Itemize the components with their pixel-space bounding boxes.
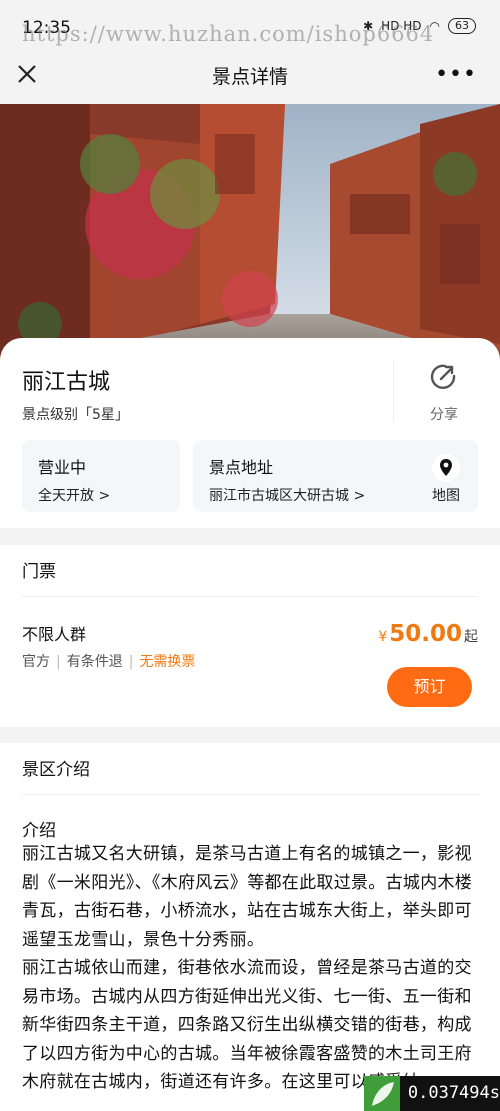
address-title: 景点地址	[209, 458, 274, 477]
spot-name: 丽江古城	[22, 370, 111, 395]
price-suffix: 起	[464, 629, 478, 645]
location-pin-icon	[432, 454, 460, 482]
intro-section: 景区介绍 介绍 丽江古城又名大研镇，是茶马古道上有名的城镇之一，影视剧《一米阳光…	[0, 743, 500, 1111]
divider	[393, 360, 394, 422]
divider	[22, 596, 478, 597]
intro-text: 丽江古城又名大研镇，是茶马古道上有名的城镇之一，影视剧《一米阳光》、《木府风云》…	[22, 844, 473, 1092]
spot-level: 景点级别「5星」	[22, 407, 129, 423]
map-button[interactable]: 地图	[424, 450, 468, 506]
more-menu-icon[interactable]: •••	[435, 62, 477, 87]
ticket-tag-highlight: 无需换票	[139, 654, 196, 670]
timer-value: 0.037494s	[399, 1076, 500, 1111]
share-button[interactable]: 分享	[414, 360, 474, 426]
address-value: 丽江市古城区大研古城 >	[209, 488, 366, 504]
ticket-tag: 官方	[22, 654, 50, 670]
battery-icon: 63	[448, 18, 476, 34]
ticket-section-title: 门票	[22, 562, 56, 582]
price-currency: ¥	[378, 629, 388, 645]
intro-section-title: 景区介绍	[22, 760, 90, 780]
book-button[interactable]: 预订	[387, 667, 472, 707]
status-bar: 12:35 ✱ HD HD ◠ 63 https://www.huzhan.co…	[0, 0, 500, 50]
address-tile[interactable]: 景点地址 丽江市古城区大研古城 > 地图	[193, 440, 478, 512]
price-value: 50.00	[389, 621, 462, 647]
ticket-name: 不限人群	[22, 625, 87, 644]
page-title: 景点详情	[211, 66, 288, 88]
open-status: 营业中	[38, 458, 87, 477]
spot-info-card: 丽江古城 景点级别「5星」 分享 营业中 全天开放 > 景点地址 丽江市古城区大…	[0, 338, 500, 528]
timer-overlay: 0.037494s	[364, 1076, 500, 1111]
screen: 12:35 ✱ HD HD ◠ 63 https://www.huzhan.co…	[0, 0, 500, 1111]
ticket-tags: 官方 | 有条件退 | 无需换票	[22, 654, 196, 670]
share-icon	[430, 364, 456, 389]
share-label: 分享	[430, 407, 458, 423]
leaf-logo-icon	[364, 1076, 400, 1111]
opening-hours-tile[interactable]: 营业中 全天开放 >	[22, 440, 180, 512]
intro-subtitle: 介绍	[22, 821, 56, 841]
divider	[22, 794, 478, 795]
open-hours: 全天开放 >	[38, 488, 111, 504]
ticket-tag: 有条件退	[66, 654, 123, 670]
hero-photo	[0, 104, 500, 364]
watermark: https://www.huzhan.com/ishop6664	[22, 22, 435, 46]
nav-bar: 景点详情 •••	[0, 50, 500, 104]
map-label: 地图	[432, 488, 460, 504]
ticket-section: 门票 不限人群 官方 | 有条件退 | 无需换票 ¥ 50.00 起 预订	[0, 545, 500, 727]
ticket-price: ¥ 50.00 起	[378, 621, 478, 647]
